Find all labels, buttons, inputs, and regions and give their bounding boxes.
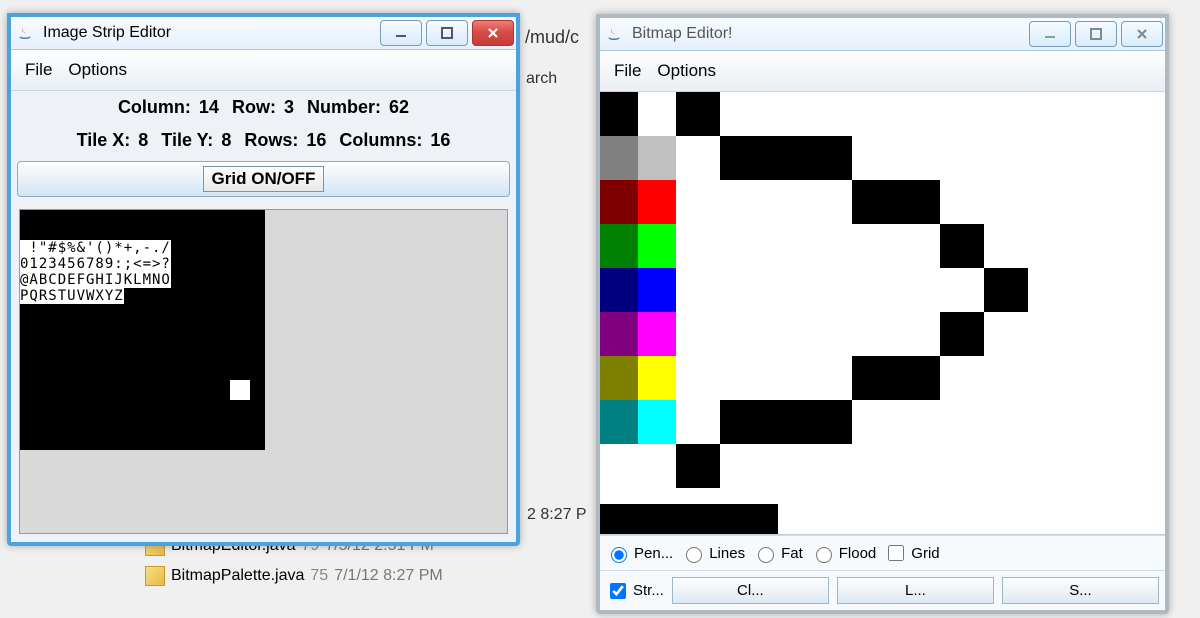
menubar: File Options xyxy=(600,51,1165,92)
bitmap-canvas[interactable] xyxy=(676,92,1165,534)
pixel[interactable] xyxy=(940,312,984,356)
swatch[interactable] xyxy=(638,356,676,400)
maximize-button[interactable] xyxy=(426,20,468,46)
menu-file[interactable]: File xyxy=(614,61,641,81)
info-row-2: Tile X:8 Tile Y:8 Rows:16 Columns:16 xyxy=(11,124,516,157)
palette-row[interactable] xyxy=(600,92,676,136)
swatch[interactable] xyxy=(600,268,638,312)
titlebar[interactable]: Bitmap Editor! xyxy=(600,18,1165,51)
bg-search: arch xyxy=(526,70,557,88)
palette-row[interactable] xyxy=(600,356,676,400)
swatch[interactable] xyxy=(638,92,676,136)
pixel[interactable] xyxy=(720,400,764,444)
pixel[interactable] xyxy=(852,356,896,400)
pixel[interactable] xyxy=(852,180,896,224)
swatch[interactable] xyxy=(600,400,638,444)
file-date: 7/1/12 8:27 PM xyxy=(334,567,443,585)
swatch[interactable] xyxy=(638,312,676,356)
load-button[interactable]: L... xyxy=(837,577,994,604)
palette-row[interactable] xyxy=(600,400,676,444)
palette-row[interactable] xyxy=(600,268,676,312)
minimize-button[interactable] xyxy=(1029,21,1071,47)
menu-options[interactable]: Options xyxy=(68,60,127,80)
swatch[interactable] xyxy=(638,180,676,224)
bg-time-fragment: 2 8:27 P xyxy=(527,506,587,524)
palette-row[interactable] xyxy=(600,224,676,268)
swatch[interactable] xyxy=(600,92,638,136)
info-row-1: Column:14 Row:3 Number:62 xyxy=(11,91,516,124)
close-button[interactable] xyxy=(472,20,514,46)
palette-row[interactable] xyxy=(600,312,676,356)
swatch[interactable] xyxy=(600,312,638,356)
grid-toggle-button[interactable]: Grid ON/OFF xyxy=(17,161,510,197)
swatch[interactable] xyxy=(638,136,676,180)
save-button[interactable]: S... xyxy=(1002,577,1159,604)
pixel[interactable] xyxy=(808,136,852,180)
java-file-icon xyxy=(145,566,165,586)
swatch[interactable] xyxy=(600,180,638,224)
pixel[interactable] xyxy=(676,92,720,136)
bottom-bar xyxy=(600,504,778,534)
pixel[interactable] xyxy=(940,224,984,268)
menu-options[interactable]: Options xyxy=(657,61,716,81)
button-row: Str... Cl... L... S... xyxy=(600,570,1165,610)
palette-row[interactable] xyxy=(600,136,676,180)
tool-pencil[interactable]: Pen... xyxy=(606,544,673,563)
strip-canvas[interactable]: !"#$%&'()*+,-./ 0123456789:;<=>? @ABCDEF… xyxy=(19,209,508,534)
palette-row[interactable] xyxy=(600,180,676,224)
window-title: Image Strip Editor xyxy=(41,24,380,42)
swatch[interactable] xyxy=(638,400,676,444)
file-row[interactable]: BitmapPalette.java 75 7/1/12 8:27 PM xyxy=(145,566,443,586)
window-bitmap-editor: Bitmap Editor! File Options Pen... Lines… xyxy=(596,14,1169,614)
pixel[interactable] xyxy=(764,400,808,444)
cursor-tile xyxy=(230,380,250,400)
titlebar[interactable]: Image Strip Editor xyxy=(11,17,516,50)
close-button[interactable] xyxy=(1121,21,1163,47)
java-icon xyxy=(15,23,35,43)
pixel[interactable] xyxy=(984,268,1028,312)
tool-fat[interactable]: Fat xyxy=(753,544,803,563)
file-rev: 75 xyxy=(310,567,328,585)
pixel[interactable] xyxy=(896,180,940,224)
bg-path: /mud/c xyxy=(525,27,579,48)
swatch[interactable] xyxy=(600,136,638,180)
java-icon xyxy=(604,24,624,44)
pixel[interactable] xyxy=(764,136,808,180)
minimize-button[interactable] xyxy=(380,20,422,46)
grid-checkbox[interactable]: Grid xyxy=(884,542,939,564)
swatch[interactable] xyxy=(638,268,676,312)
pixel[interactable] xyxy=(896,356,940,400)
pixel[interactable] xyxy=(676,444,720,488)
color-palette xyxy=(600,92,676,534)
pixel[interactable] xyxy=(720,136,764,180)
menubar: File Options xyxy=(11,50,516,91)
tool-flood[interactable]: Flood xyxy=(811,544,877,563)
swatch[interactable] xyxy=(600,356,638,400)
window-title: Bitmap Editor! xyxy=(630,25,1029,43)
str-checkbox[interactable]: Str... xyxy=(606,580,664,602)
maximize-button[interactable] xyxy=(1075,21,1117,47)
swatch[interactable] xyxy=(638,224,676,268)
window-strip-editor: Image Strip Editor File Options Column:1… xyxy=(7,13,520,546)
tool-lines[interactable]: Lines xyxy=(681,544,745,563)
pixel[interactable] xyxy=(808,400,852,444)
menu-file[interactable]: File xyxy=(25,60,52,80)
swatch[interactable] xyxy=(600,224,638,268)
file-name: BitmapPalette.java xyxy=(171,567,304,585)
tool-radio-row: Pen... Lines Fat Flood Grid xyxy=(600,535,1165,570)
clear-button[interactable]: Cl... xyxy=(672,577,829,604)
